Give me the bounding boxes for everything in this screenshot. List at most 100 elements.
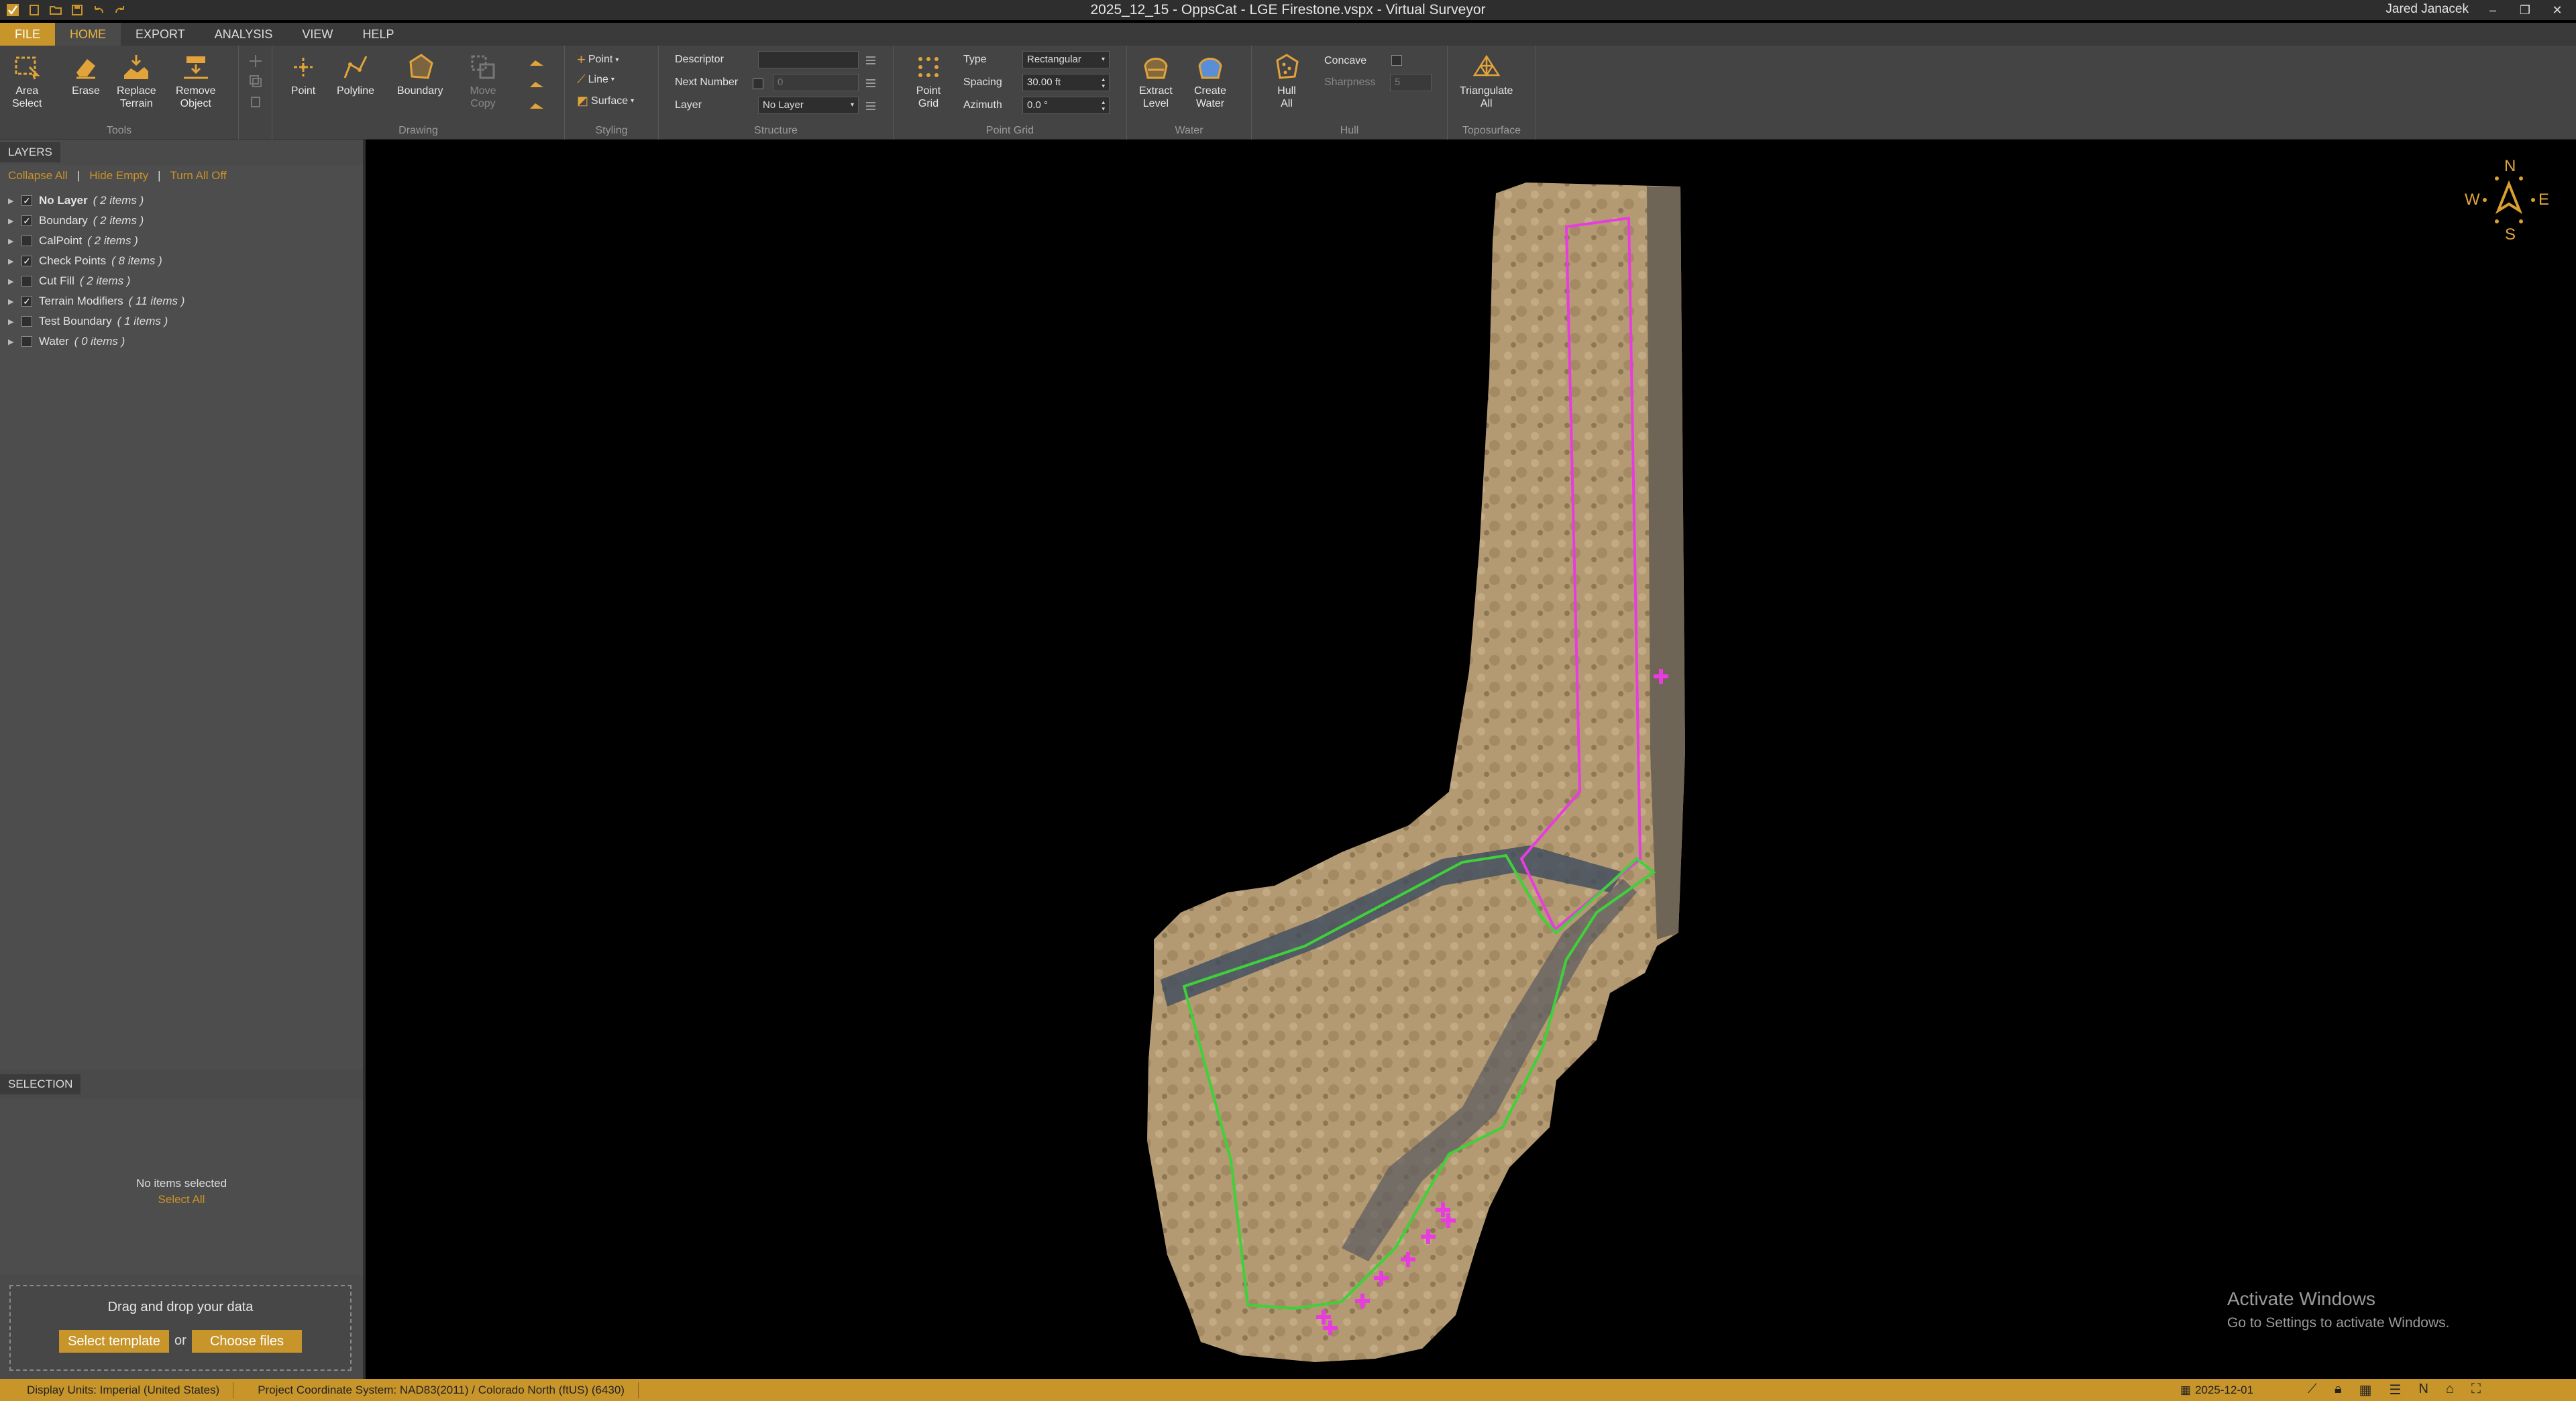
collapse-all-link[interactable]: Collapse All bbox=[8, 169, 68, 183]
grid-icon[interactable]: ▦ bbox=[2359, 1382, 2372, 1398]
coordinate-system-status[interactable]: Project Coordinate System: NAD83(2011) /… bbox=[233, 1384, 638, 1397]
descriptor-input[interactable] bbox=[758, 51, 859, 68]
delete-small-icon[interactable] bbox=[248, 94, 263, 109]
expand-arrow-icon[interactable]: ▶ bbox=[8, 197, 17, 205]
layer-row-no-layer[interactable]: ▶ ✓ No Layer ( 2 items ) bbox=[8, 191, 144, 211]
layer-row-calpoint[interactable]: ▶ CalPoint ( 2 items ) bbox=[8, 231, 138, 251]
list-icon[interactable] bbox=[864, 99, 877, 113]
maximize-button[interactable]: ❐ bbox=[2509, 0, 2541, 20]
create-water-button[interactable]: Create Water bbox=[1194, 52, 1226, 110]
layer-row-test-boundary[interactable]: ▶ Test Boundary ( 1 items ) bbox=[8, 311, 168, 331]
choose-files-button[interactable]: Choose files bbox=[192, 1330, 302, 1353]
next-number-checkbox[interactable] bbox=[753, 79, 763, 89]
area-select-button[interactable]: Area Select bbox=[12, 52, 42, 110]
layer-checkbox[interactable] bbox=[21, 336, 32, 347]
home-icon[interactable]: ⌂ bbox=[2446, 1382, 2454, 1398]
expand-arrow-icon[interactable]: ▶ bbox=[8, 237, 17, 246]
extract-level-button[interactable]: Extract Level bbox=[1139, 52, 1173, 110]
undo-icon[interactable] bbox=[91, 3, 106, 17]
sharpness-label: Sharpness bbox=[1324, 76, 1376, 88]
layer-checkbox[interactable] bbox=[21, 236, 32, 246]
copy-small-icon[interactable] bbox=[248, 74, 263, 89]
layer-checkbox[interactable]: ✓ bbox=[21, 215, 32, 226]
point-grid-button[interactable]: Point Grid bbox=[914, 52, 943, 110]
chevron-down-icon: ▾ bbox=[615, 56, 619, 64]
expand-arrow-icon[interactable]: ▶ bbox=[8, 297, 17, 306]
layer-checkbox[interactable]: ✓ bbox=[21, 296, 32, 307]
tab-export[interactable]: EXPORT bbox=[121, 23, 200, 46]
sharpness-stepper[interactable]: 5 bbox=[1390, 74, 1432, 91]
hull-all-button[interactable]: Hull All bbox=[1272, 52, 1301, 110]
user-name[interactable]: Jared Janacek bbox=[2385, 2, 2469, 17]
tab-view[interactable]: VIEW bbox=[287, 23, 347, 46]
move-copy-button[interactable]: Move Copy bbox=[468, 52, 498, 110]
layer-checkbox[interactable] bbox=[21, 276, 32, 287]
turn-all-off-link[interactable]: Turn All Off bbox=[170, 169, 227, 183]
tab-layers[interactable]: LAYERS bbox=[0, 142, 60, 162]
azimuth-stepper[interactable]: 0.0 ° ▴ ▾ bbox=[1022, 97, 1110, 114]
lock-icon[interactable]: 🔒︎ bbox=[2334, 1382, 2342, 1398]
new-project-icon[interactable] bbox=[27, 3, 42, 17]
calendar-icon: ▦ bbox=[2180, 1383, 2192, 1396]
chevron-down-icon: ▾ bbox=[610, 76, 614, 83]
style-line-dropdown[interactable]: ⟋ Line ▾ bbox=[577, 72, 614, 87]
layer-row-boundary[interactable]: ▶ ✓ Boundary ( 2 items ) bbox=[8, 211, 144, 231]
replace-terrain-button[interactable]: Replace Terrain bbox=[117, 52, 156, 110]
tab-analysis[interactable]: ANALYSIS bbox=[200, 23, 288, 46]
next-number-input[interactable]: 0 bbox=[773, 74, 859, 91]
minimize-button[interactable]: – bbox=[2477, 0, 2509, 20]
remove-object-button[interactable]: Remove Object bbox=[176, 52, 216, 110]
terrain-tools-icons[interactable] bbox=[527, 56, 546, 121]
style-surface-dropdown[interactable]: ◩ Surface ▾ bbox=[577, 94, 634, 108]
layer-checkbox[interactable]: ✓ bbox=[21, 195, 32, 206]
triangulate-all-button[interactable]: Triangulate All bbox=[1460, 52, 1513, 110]
expand-arrow-icon[interactable]: ▶ bbox=[8, 257, 17, 266]
toposurface-group-label: Toposurface bbox=[1462, 125, 1521, 136]
move-small-icon[interactable] bbox=[248, 54, 263, 68]
polyline-button[interactable]: Polyline bbox=[337, 52, 374, 97]
style-point-dropdown[interactable]: + Point ▾ bbox=[577, 51, 619, 68]
boundary-button[interactable]: Boundary bbox=[397, 52, 443, 97]
erase-button[interactable]: Erase bbox=[71, 52, 101, 97]
expand-arrow-icon[interactable]: ▶ bbox=[8, 317, 17, 326]
hide-empty-link[interactable]: Hide Empty bbox=[89, 169, 148, 183]
layer-row-cut-fill[interactable]: ▶ Cut Fill ( 2 items ) bbox=[8, 271, 130, 291]
list-icon[interactable] bbox=[864, 76, 877, 90]
redo-icon[interactable] bbox=[113, 3, 127, 17]
layer-checkbox[interactable]: ✓ bbox=[21, 256, 32, 266]
layer-select[interactable]: No Layer ▾ bbox=[758, 97, 859, 114]
app-logo-icon[interactable] bbox=[5, 3, 20, 17]
expand-arrow-icon[interactable]: ▶ bbox=[8, 217, 17, 225]
point-grid-icon bbox=[918, 57, 938, 77]
date-status[interactable]: ▦ 2025-12-01 bbox=[2180, 1384, 2253, 1397]
profile-chart-icon[interactable]: ⟋ bbox=[2308, 1382, 2317, 1398]
spacing-stepper[interactable]: 30.00 ft ▴ ▾ bbox=[1022, 74, 1110, 91]
close-button[interactable]: ✕ bbox=[2541, 0, 2573, 20]
tab-selection[interactable]: SELECTION bbox=[0, 1074, 81, 1094]
drop-zone[interactable]: Drag and drop your data Select template … bbox=[9, 1285, 352, 1371]
select-all-link[interactable]: Select All bbox=[0, 1193, 363, 1206]
fullscreen-icon[interactable]: ⛶ bbox=[2471, 1382, 2481, 1398]
map-viewport[interactable]: N E S W bbox=[366, 140, 2576, 1379]
tab-help[interactable]: HELP bbox=[347, 23, 409, 46]
list-icon[interactable] bbox=[864, 54, 877, 67]
layers-icon[interactable]: ☰ bbox=[2390, 1382, 2402, 1398]
expand-arrow-icon[interactable]: ▶ bbox=[8, 277, 17, 286]
display-units-status[interactable]: Display Units: Imperial (United States) bbox=[0, 1384, 233, 1397]
layer-row-check-points[interactable]: ▶ ✓ Check Points ( 8 items ) bbox=[8, 251, 162, 271]
point-button[interactable]: Point bbox=[288, 52, 318, 97]
open-folder-icon[interactable] bbox=[48, 3, 63, 17]
layer-checkbox[interactable] bbox=[21, 316, 32, 327]
compass-widget[interactable]: N E S W bbox=[2465, 157, 2549, 244]
concave-checkbox[interactable] bbox=[1391, 55, 1402, 66]
select-template-button[interactable]: Select template bbox=[59, 1330, 169, 1353]
type-select[interactable]: Rectangular ▾ bbox=[1022, 51, 1110, 68]
layer-row-terrain-modifiers[interactable]: ▶ ✓ Terrain Modifiers ( 11 items ) bbox=[8, 291, 184, 311]
tab-home[interactable]: HOME bbox=[55, 23, 121, 46]
chevron-down-icon: ▾ bbox=[1101, 56, 1105, 63]
layer-row-water[interactable]: ▶ Water ( 0 items ) bbox=[8, 331, 125, 352]
tab-file[interactable]: FILE bbox=[0, 23, 56, 46]
save-icon[interactable] bbox=[70, 3, 85, 17]
north-arrow-icon[interactable]: N bbox=[2418, 1382, 2428, 1398]
expand-arrow-icon[interactable]: ▶ bbox=[8, 338, 17, 346]
